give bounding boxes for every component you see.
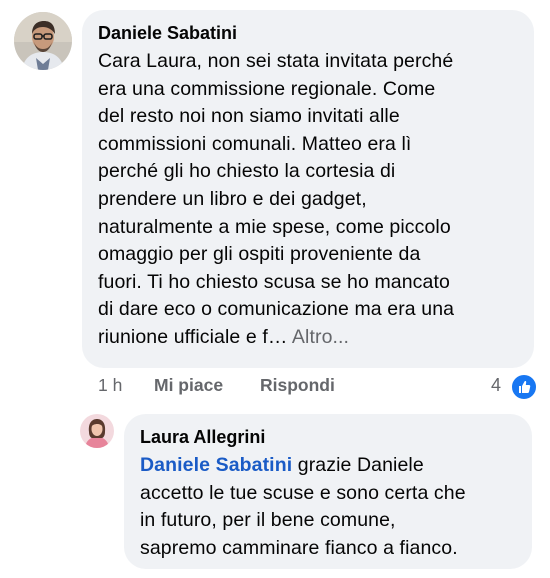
reply-line: sapremo camminare fianco a fianco.	[140, 536, 458, 559]
reply-line: accetto le tue scuse e sono certa che	[140, 481, 466, 504]
comment-line-last: riunione ufficiale e f… Altro...	[98, 324, 518, 352]
avatar-daniele-sabatini[interactable]	[14, 12, 72, 70]
like-thumbs-up-icon	[510, 373, 538, 401]
see-more-link[interactable]: Altro...	[292, 326, 349, 348]
comment-line: di dare eco o comunicazione ma era una	[98, 298, 455, 321]
reply-bubble: Laura Allegrini Daniele Sabatini grazie …	[124, 414, 532, 569]
reply-button[interactable]: Rispondi	[260, 374, 335, 396]
reply-line: in futuro, per il bene comune,	[140, 509, 396, 532]
comment-line: Cara Laura, non sei stata invitata perch…	[98, 50, 454, 72]
comment-bubble: Daniele Sabatini Cara Laura, non sei sta…	[82, 10, 534, 368]
comment-line: del resto noi non siamo invitati alle	[98, 105, 400, 128]
comment-line: naturalmente a mie spese, come piccolo	[98, 215, 451, 238]
comment-timestamp[interactable]: 1 h	[98, 374, 122, 396]
comment-line: fuori. Ti ho chiesto scusa se ho mancato	[98, 270, 450, 293]
mention-link[interactable]: Daniele Sabatini	[140, 454, 292, 476]
comment-line: commissioni comunali. Matteo era lì	[98, 132, 412, 155]
reaction-count: 4	[491, 375, 502, 395]
comment-line: omaggio per gli ospiti proveniente da	[98, 243, 421, 266]
reply-author[interactable]: Laura Allegrini	[140, 426, 516, 448]
comment-text: Cara Laura, non sei stata invitata perch…	[98, 48, 518, 352]
reply-text: Daniele Sabatini grazie Daniele accetto …	[140, 452, 516, 562]
comment-line: riunione ufficiale e f…	[98, 325, 288, 348]
reply-line-first: Daniele Sabatini grazie Daniele	[140, 452, 516, 480]
comment-line: perché gli ho chiesto la cortesia di	[98, 160, 396, 183]
comment-line: era una commissione regionale. Come	[98, 77, 436, 100]
avatar-laura-allegrini[interactable]	[80, 414, 114, 448]
reply-line: grazie Daniele	[292, 454, 424, 476]
comment-author[interactable]: Daniele Sabatini	[98, 22, 518, 44]
like-button[interactable]: Mi piace	[154, 374, 223, 396]
comment-line: prendere un libro e dei gadget,	[98, 187, 367, 210]
